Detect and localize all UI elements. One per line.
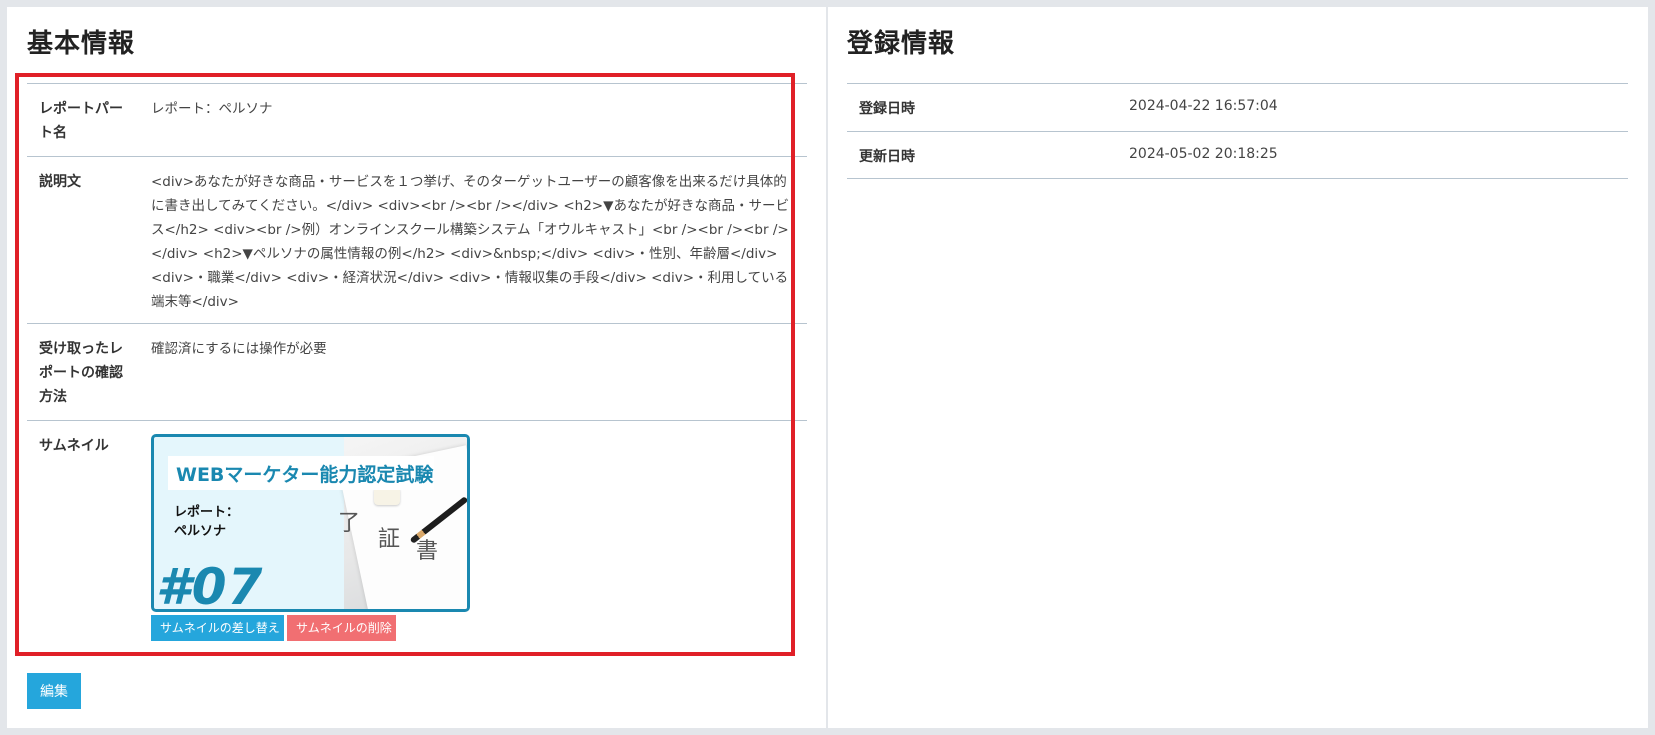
registration-info-table: 登録日時 2024-04-22 16:57:04 更新日時 2024-05-02… xyxy=(847,83,1628,179)
registered-at-value: 2024-04-22 16:57:04 xyxy=(1129,98,1278,114)
registration-info-panel: 登録情報 登録日時 2024-04-22 16:57:04 更新日時 2024-… xyxy=(828,7,1648,728)
updated-at-value: 2024-05-02 20:18:25 xyxy=(1129,146,1278,162)
registered-at-label: 登録日時 xyxy=(859,101,915,117)
updated-at-label: 更新日時 xyxy=(859,149,915,165)
edit-button[interactable]: 編集 xyxy=(27,673,81,709)
table-row: 登録日時 2024-04-22 16:57:04 xyxy=(847,83,1628,131)
registration-info-title: 登録情報 xyxy=(847,29,956,59)
highlight-annotation-box xyxy=(15,73,795,656)
basic-info-panel: 基本情報 レポートパート名 レポート：ペルソナ 説明文 <div>あなたが好きな… xyxy=(7,7,826,728)
table-row: 更新日時 2024-05-02 20:18:25 xyxy=(847,131,1628,179)
basic-info-title: 基本情報 xyxy=(27,29,136,59)
